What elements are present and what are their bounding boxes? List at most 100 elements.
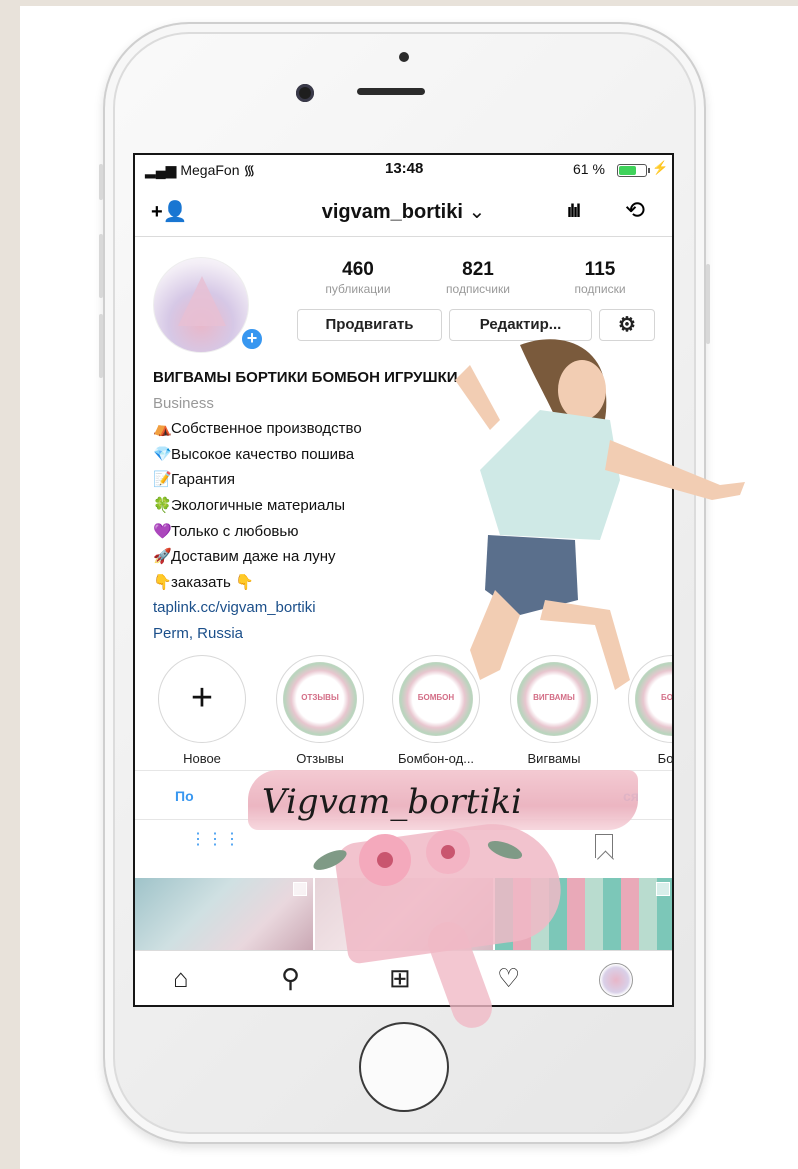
pointing-down-icon: 👇 — [153, 573, 172, 591]
memo-icon: 📝 — [153, 471, 172, 489]
battery-fill — [619, 166, 637, 175]
plus-icon: + — [190, 677, 214, 719]
highlight-bortiki[interactable]: БОРТ Борт — [617, 655, 674, 766]
bookmark-icon[interactable] — [595, 834, 613, 858]
highlight-badge: ВИГВАМЫ — [533, 693, 575, 702]
highlight-label: Бомбон-од... — [397, 751, 475, 766]
plus-square-icon[interactable]: ⊞ — [389, 963, 411, 994]
front-camera — [296, 84, 314, 102]
promo-left-text: По — [175, 788, 194, 804]
background-left-strip — [0, 0, 20, 1169]
volume-down-button — [99, 314, 103, 378]
highlight-reviews[interactable]: ОТЗЫВЫ Отзывы — [265, 655, 375, 766]
profile-bio: ВИГВАМЫ БОРТИКИ БОМБОН ИГРУШКИ Business … — [153, 365, 672, 647]
gem-icon: 💎 — [153, 445, 172, 463]
bio-location[interactable]: Perm, Russia — [153, 621, 672, 647]
post-thumbnail[interactable] — [135, 878, 313, 950]
bio-line: 💎Высокое качество пошива — [153, 442, 672, 468]
history-clock-icon[interactable]: ⟲ — [625, 196, 645, 225]
posts-grid — [135, 878, 672, 950]
edit-profile-button[interactable]: Редактир... — [449, 309, 592, 341]
bio-line: 🚀Доставим даже на луну — [153, 544, 672, 570]
profile-header: +👤 vigvam_bortiki ⌄ ılıl ⟲ — [135, 187, 672, 237]
avatar[interactable] — [599, 963, 633, 997]
bio-line: 📝Гарантия — [153, 467, 672, 493]
clover-icon: 🍀 — [153, 496, 172, 514]
stat-followers[interactable]: 821 подписчики — [418, 259, 538, 296]
highlight-label: Борт — [657, 751, 674, 766]
home-icon[interactable]: ⌂ — [173, 963, 189, 994]
bio-line: ⛺Собственное производство — [153, 416, 672, 442]
rocket-icon: 🚀 — [153, 548, 172, 566]
heart-icon[interactable]: ♡ — [497, 963, 520, 994]
stat-posts-count: 460 — [342, 259, 374, 280]
add-story-icon[interactable]: + — [240, 327, 264, 351]
stat-following-count: 115 — [584, 259, 616, 280]
battery-percent: 61 % — [573, 161, 605, 177]
earpiece-speaker — [357, 88, 425, 95]
promo-bar[interactable]: По ся — [135, 770, 672, 820]
multi-photo-icon — [656, 882, 670, 896]
story-highlights: + Новое ОТЗЫВЫ Отзывы БОМБОН Бомбон-од..… — [135, 655, 674, 766]
username: vigvam_bortiki — [321, 201, 463, 223]
highlight-badge: ОТЗЫВЫ — [301, 693, 339, 702]
purple-heart-icon: 💜 — [153, 522, 172, 540]
bio-link[interactable]: taplink.cc/vigvam_bortiki — [153, 595, 672, 621]
bio-line-text: Высокое качество пошива — [171, 445, 355, 463]
gear-icon[interactable]: ⚙ — [599, 309, 655, 341]
bio-line: 👇заказать 👇 — [153, 570, 672, 596]
highlight-vigvams[interactable]: ВИГВАМЫ Вигвамы — [499, 655, 609, 766]
battery-nub — [648, 168, 650, 173]
avatar-tent-image — [178, 276, 226, 326]
profile-name: ВИГВАМЫ БОРТИКИ БОМБОН ИГРУШКИ — [153, 369, 458, 386]
post-thumbnail[interactable] — [495, 878, 672, 950]
status-bar: ▂▄▆ MegaFon ᯾ 13:48 61 % ⚡ — [135, 155, 672, 185]
highlight-new[interactable]: + Новое — [147, 655, 257, 766]
floral-wreath-image: ОТЗЫВЫ — [283, 662, 357, 736]
proximity-sensor — [399, 52, 409, 62]
post-thumbnail[interactable] — [315, 878, 493, 950]
content-tabs: ⋮⋮⋮ — [135, 820, 672, 875]
bio-line-text: заказать 👇 — [171, 573, 254, 591]
stat-following[interactable]: 115 подписки — [545, 259, 655, 296]
bio-line: 🍀Экологичные материалы — [153, 493, 672, 519]
mute-switch — [99, 164, 103, 200]
phone-screen: ▂▄▆ MegaFon ᯾ 13:48 61 % ⚡ +👤 vigvam_bor… — [133, 153, 674, 1007]
highlight-label: Вигвамы — [527, 751, 581, 766]
account-switcher[interactable]: vigvam_bortiki ⌄ — [135, 199, 672, 224]
bio-line-text: Доставим даже на луну — [171, 548, 336, 566]
stat-posts[interactable]: 460 публикации — [303, 259, 413, 296]
promote-button[interactable]: Продвигать — [297, 309, 442, 341]
signal-bars-icon: ▂▄▆ — [145, 162, 177, 178]
highlight-badge: БОМБОН — [417, 693, 455, 702]
chevron-down-icon: ⌄ — [468, 201, 486, 223]
power-button — [706, 264, 710, 344]
highlight-label: Новое — [183, 751, 221, 766]
bar-chart-icon[interactable]: ılıl — [567, 201, 581, 222]
profile-avatar[interactable] — [153, 257, 249, 353]
grid-icon[interactable]: ⋮⋮⋮ — [190, 832, 241, 848]
profile-category: Business — [153, 394, 214, 412]
bio-line-text: Только с любовью — [171, 522, 299, 540]
stat-following-label: подписки — [574, 282, 626, 296]
battery-icon — [617, 164, 650, 177]
search-icon[interactable]: ⚲ — [281, 963, 300, 994]
bottom-tab-bar: ⌂ ⚲ ⊞ ♡ — [135, 950, 672, 1005]
home-button[interactable] — [359, 1022, 449, 1112]
stat-followers-count: 821 — [462, 259, 494, 280]
highlight-new-circle: + — [158, 655, 246, 743]
tent-icon: ⛺ — [153, 420, 172, 438]
promo-right-text: ся — [623, 788, 639, 804]
bolt-icon: ⚡ — [652, 160, 669, 175]
bio-line-text: Экологичные материалы — [171, 496, 345, 514]
highlight-badge: БОРТ — [660, 693, 673, 702]
multi-photo-icon — [293, 882, 307, 896]
highlight-label: Отзывы — [296, 751, 344, 766]
highlight-bombon[interactable]: БОМБОН Бомбон-од... — [381, 655, 491, 766]
floral-wreath-image: БОРТ — [635, 662, 673, 736]
stat-followers-label: подписчики — [446, 282, 510, 296]
floral-wreath-image: БОМБОН — [399, 662, 473, 736]
wifi-icon: ᯾ — [243, 162, 256, 178]
bio-line-text: Гарантия — [171, 471, 235, 489]
bio-line: 💜Только с любовью — [153, 519, 672, 545]
